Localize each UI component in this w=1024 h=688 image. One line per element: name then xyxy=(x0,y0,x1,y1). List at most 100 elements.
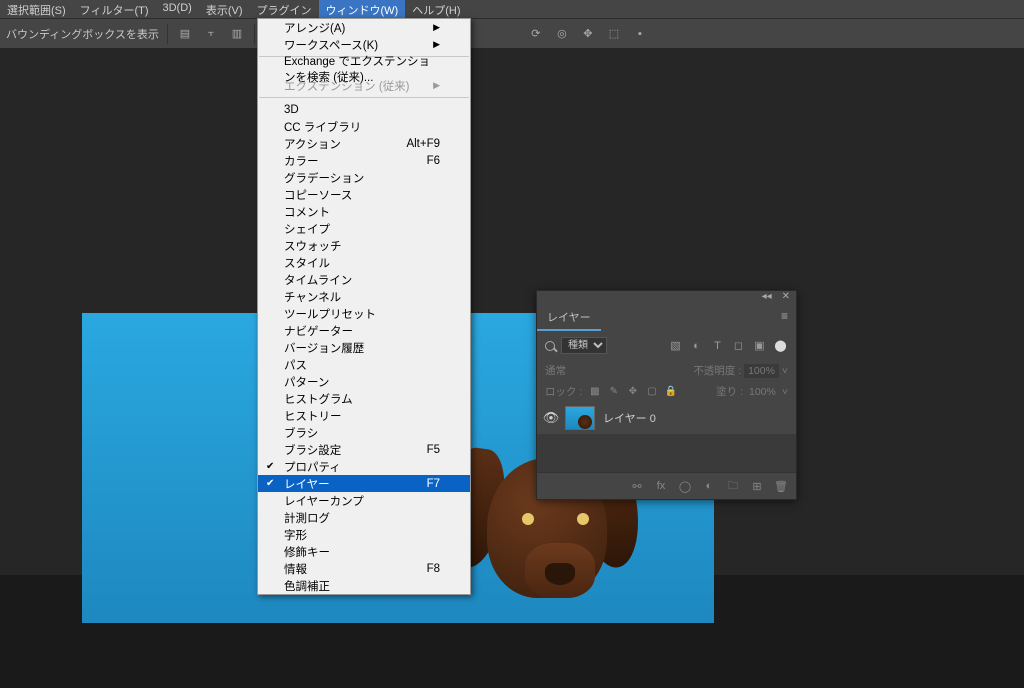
layer-filter-type[interactable]: 種類 xyxy=(561,337,607,354)
menu-item[interactable]: 色調補正 xyxy=(258,577,470,594)
menu-item[interactable]: ブラシ xyxy=(258,424,470,441)
submenu-arrow-icon: ▶ xyxy=(433,80,440,91)
submenu-arrow-icon: ▶ xyxy=(433,22,440,33)
menu-item[interactable]: タイムライン xyxy=(258,271,470,288)
menu-item[interactable]: 修飾キー xyxy=(258,543,470,560)
menu-item[interactable]: スタイル xyxy=(258,254,470,271)
menu-item[interactable]: レイヤーカンプ xyxy=(258,492,470,509)
menu-filter[interactable]: フィルター(T) xyxy=(73,0,156,18)
menu-item[interactable]: ナビゲーター xyxy=(258,322,470,339)
menu-plugins[interactable]: プラグイン xyxy=(250,0,319,18)
filter-pixel-icon[interactable]: ▧ xyxy=(668,338,683,353)
layers-tab[interactable]: レイヤー xyxy=(537,305,601,331)
menu-item[interactable]: 情報F8 xyxy=(258,560,470,577)
toolbar-separator xyxy=(167,24,168,44)
filter-toggle-icon[interactable]: ⬤ xyxy=(773,338,788,353)
menu-item[interactable]: 計測ログ xyxy=(258,509,470,526)
menu-item[interactable]: カラーF6 xyxy=(258,152,470,169)
check-icon: ✔ xyxy=(266,461,274,472)
menu-select[interactable]: 選択範囲(S) xyxy=(0,0,73,18)
target-icon[interactable]: ◎ xyxy=(553,25,571,43)
filter-shape-icon[interactable]: ◻ xyxy=(731,338,746,353)
menu-item-label: コメント xyxy=(284,204,330,220)
check-icon: ✔ xyxy=(266,478,274,489)
menu-shortcut: F7 xyxy=(427,478,440,490)
menu-item[interactable]: ブラシ設定F5 xyxy=(258,441,470,458)
3d-icon[interactable]: ⬚ xyxy=(605,25,623,43)
menu-item[interactable]: 字形 xyxy=(258,526,470,543)
menu-item[interactable]: パターン xyxy=(258,373,470,390)
link-layers-icon[interactable]: ⚯ xyxy=(630,479,644,493)
menu-item[interactable]: ✔ プロパティ xyxy=(258,458,470,475)
menu-item[interactable]: グラデーション xyxy=(258,169,470,186)
menu-shortcut: Alt+F9 xyxy=(406,138,440,150)
menu-item-label: レイヤーカンプ xyxy=(284,493,364,509)
menu-help[interactable]: ヘルプ(H) xyxy=(405,0,467,18)
option-bounding-box[interactable]: バウンディングボックスを表示 xyxy=(6,26,159,42)
menu-item[interactable]: アレンジ(A)▶ xyxy=(258,19,470,36)
fx-icon[interactable]: fx xyxy=(654,479,668,493)
move-icon[interactable]: ✥ xyxy=(579,25,597,43)
menu-item[interactable]: スウォッチ xyxy=(258,237,470,254)
menu-item-label: プロパティ xyxy=(284,459,341,475)
align-center-h-icon[interactable]: ⫟ xyxy=(202,25,220,43)
align-left-icon[interactable]: ▤ xyxy=(176,25,194,43)
menu-item[interactable]: ワークスペース(K)▶ xyxy=(258,36,470,53)
filter-type-icon[interactable]: T xyxy=(710,338,725,353)
menu-window[interactable]: ウィンドウ(W) xyxy=(319,0,406,18)
menu-item[interactable]: バージョン履歴 xyxy=(258,339,470,356)
camera-icon[interactable]: ▪ xyxy=(631,25,649,43)
opacity-value[interactable]: 100% xyxy=(744,364,779,378)
blend-mode-select[interactable]: 通常 xyxy=(545,363,566,378)
menu-item[interactable]: 3D xyxy=(258,101,470,118)
menu-item[interactable]: チャンネル xyxy=(258,288,470,305)
visibility-icon[interactable]: 👁 xyxy=(537,410,565,426)
menu-item-label: ブラシ xyxy=(284,425,318,441)
menu-item[interactable]: パス xyxy=(258,356,470,373)
delete-layer-icon[interactable]: 🗑 xyxy=(774,479,788,493)
distribute-icon[interactable]: ⟳ xyxy=(527,25,545,43)
lock-all-icon[interactable]: 🔒 xyxy=(664,385,677,398)
menu-item[interactable]: Exchange でエクステンションを検索 (従来)... xyxy=(258,60,470,77)
menu-item[interactable]: ツールプリセット xyxy=(258,305,470,322)
layer-thumbnail[interactable] xyxy=(565,406,595,430)
group-icon[interactable]: 🗀 xyxy=(726,479,740,493)
fill-value[interactable]: 100% xyxy=(749,386,776,398)
adjustment-icon[interactable]: ◐ xyxy=(702,479,716,493)
panel-menu-icon[interactable]: ≡ xyxy=(773,305,796,331)
menu-item[interactable]: コピーソース xyxy=(258,186,470,203)
menu-3d[interactable]: 3D(D) xyxy=(156,0,199,18)
menu-item[interactable]: ✔ レイヤー F7 xyxy=(258,475,470,492)
filter-adjust-icon[interactable]: ◐ xyxy=(689,338,704,353)
new-layer-icon[interactable]: ⊞ xyxy=(750,479,764,493)
menu-item-label: スウォッチ xyxy=(284,238,342,254)
menu-item-label: ナビゲーター xyxy=(284,323,353,339)
lock-brush-icon[interactable]: ✎ xyxy=(607,385,620,398)
menu-item[interactable]: CC ライブラリ xyxy=(258,118,470,135)
lock-transparent-icon[interactable]: ▩ xyxy=(588,385,601,398)
menu-item-label: ツールプリセット xyxy=(284,306,376,322)
panel-close-icon[interactable]: ✕ xyxy=(782,291,790,305)
menu-item-label: エクステンション (従来) xyxy=(284,78,410,94)
menu-item-label: レイヤー xyxy=(284,476,330,492)
mask-icon[interactable]: ◯ xyxy=(678,479,692,493)
menu-item[interactable]: コメント xyxy=(258,203,470,220)
menu-item[interactable]: シェイプ xyxy=(258,220,470,237)
menu-item[interactable]: アクション Alt+F9 xyxy=(258,135,470,152)
filter-smart-icon[interactable]: ▣ xyxy=(752,338,767,353)
menu-item-label: タイムライン xyxy=(284,272,352,288)
panel-collapse-icon[interactable]: ◂◂ xyxy=(762,291,772,305)
layer-name[interactable]: レイヤー 0 xyxy=(603,410,656,426)
menu-view[interactable]: 表示(V) xyxy=(199,0,250,18)
menu-item-label: パターン xyxy=(284,374,329,390)
layer-row[interactable]: 👁 レイヤー 0 xyxy=(537,402,796,434)
align-right-icon[interactable]: ▥ xyxy=(228,25,246,43)
menu-item-label: 色調補正 xyxy=(284,578,330,594)
lock-label: ロック : xyxy=(545,384,582,399)
menu-item-label: 情報 xyxy=(284,561,307,577)
menu-item[interactable]: ヒストグラム xyxy=(258,390,470,407)
menu-item[interactable]: ヒストリー xyxy=(258,407,470,424)
lock-position-icon[interactable]: ✥ xyxy=(626,385,639,398)
lock-artboard-icon[interactable]: ▢ xyxy=(645,385,658,398)
menu-item-label: アクション xyxy=(284,136,341,152)
